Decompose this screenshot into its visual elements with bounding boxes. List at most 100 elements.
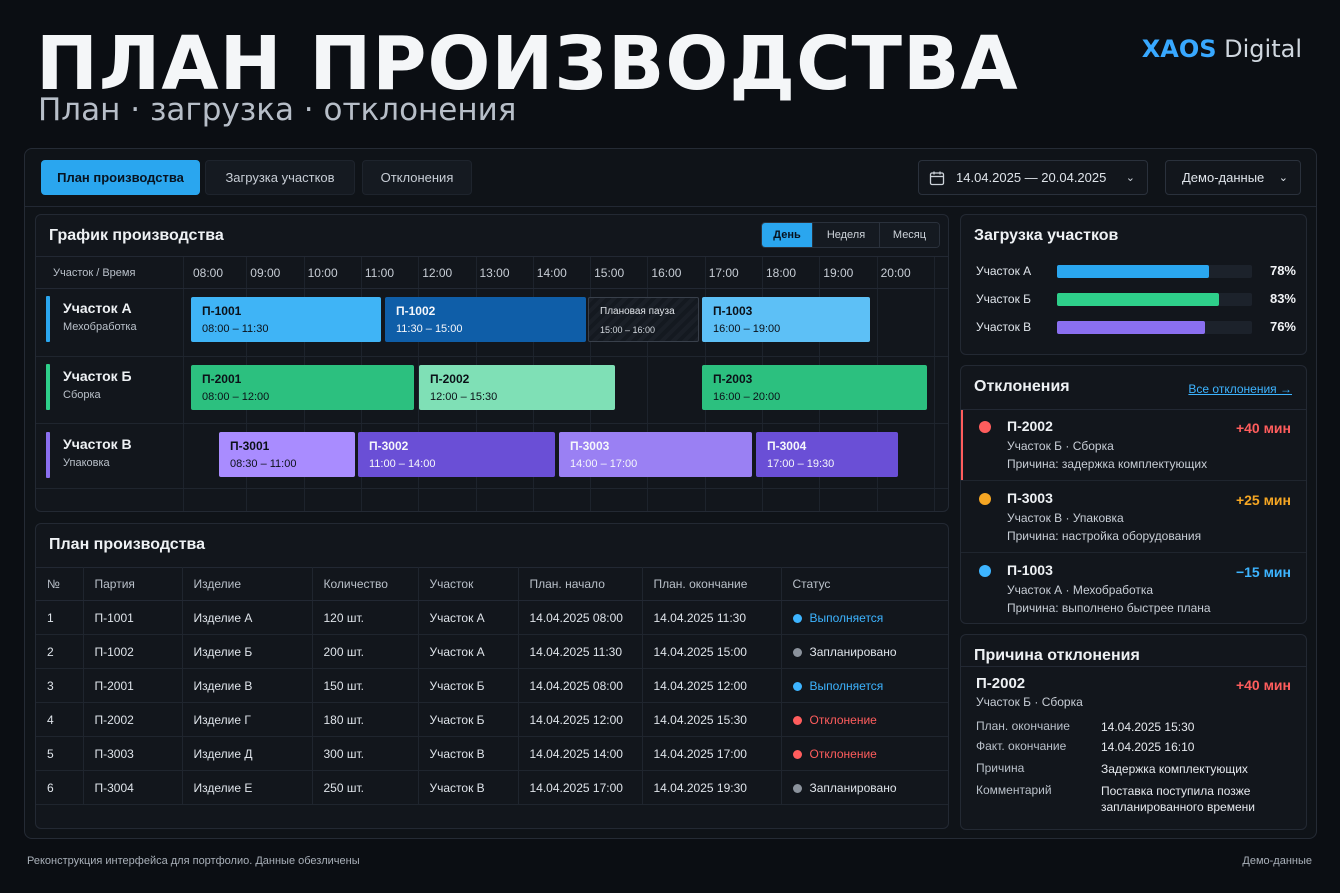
status-text: Запланировано bbox=[809, 644, 897, 659]
table-row[interactable]: 5 П-3003 Изделие Д 300 шт. Участок В 14.04.20… bbox=[36, 736, 948, 771]
gantt-row-area-b: Участок Б Сборка bbox=[46, 364, 176, 410]
grid-line bbox=[183, 256, 184, 511]
deviation-reason-card: Причина отклонения П-2002 +40 мин Участо… bbox=[960, 634, 1307, 830]
status-cell: Выполняется bbox=[781, 668, 948, 703]
load-track bbox=[1057, 321, 1252, 334]
tab-area-load[interactable]: Загрузка участков bbox=[205, 160, 355, 195]
task-time: 08:00 – 11:30 bbox=[202, 323, 269, 335]
task-block[interactable]: П-2003 16:00 – 20:00 bbox=[702, 365, 927, 410]
gantt-card: График производства День Неделя Месяц Уч… bbox=[35, 214, 949, 512]
deviations-title: Отклонения bbox=[974, 378, 1070, 395]
hour-label: 09:00 bbox=[250, 266, 281, 280]
deviation-item[interactable]: П-2002 +40 мин Участок Б · Сборка Причина: … bbox=[961, 410, 1306, 481]
divider bbox=[961, 552, 1306, 553]
data-mode-select[interactable]: Демо-данные ⌄ bbox=[1165, 160, 1301, 195]
tab-production-plan[interactable]: План производства bbox=[41, 160, 200, 195]
hour-label: 11:00 bbox=[364, 266, 395, 280]
status-cell: Отклонение bbox=[781, 702, 948, 737]
task-code: П-1002 bbox=[396, 304, 436, 318]
field-value: Поставка поступила позже запланированног… bbox=[1101, 784, 1255, 814]
status-text: Выполняется bbox=[809, 678, 884, 693]
plan-table-card: План производства № Партия Изделие Количест… bbox=[35, 523, 949, 829]
status-cell: Выполняется bbox=[781, 600, 948, 635]
row-sub: Упаковка bbox=[63, 457, 110, 469]
task-time: 17:00 – 19:30 bbox=[767, 458, 835, 470]
deviation-item[interactable]: П-1003 −15 мин Участок А · Мехобработка При… bbox=[961, 554, 1306, 623]
view-month-button[interactable]: Месяц bbox=[879, 223, 939, 247]
view-week-button[interactable]: Неделя bbox=[812, 223, 879, 247]
footer-note: Реконструкция интерфейса для портфолио. … bbox=[27, 855, 360, 867]
status-cell: Запланировано bbox=[781, 770, 948, 805]
selected-accent bbox=[961, 410, 963, 480]
all-deviations-link[interactable]: Все отклонения → bbox=[1188, 382, 1292, 396]
status-text: Выполняется bbox=[809, 610, 884, 625]
row-name: Участок В bbox=[63, 436, 132, 452]
task-block[interactable]: П-2002 12:00 – 15:30 bbox=[419, 365, 615, 410]
table-row[interactable]: 2 П-1002 Изделие Б 200 шт. Участок А 14.04.20… bbox=[36, 634, 948, 669]
table-cell: 2 bbox=[36, 634, 84, 669]
hour-label: 08:00 bbox=[193, 266, 224, 280]
task-time: 15:00 – 16:00 bbox=[600, 325, 656, 335]
hour-label: 18:00 bbox=[766, 266, 797, 280]
table-cell: 200 шт. bbox=[312, 634, 419, 669]
table-row[interactable]: 3 П-2001 Изделие В 150 шт. Участок Б 14.04.20… bbox=[36, 668, 948, 703]
task-block[interactable]: П-1003 16:00 – 19:00 bbox=[702, 297, 870, 342]
field-key: План. окончание bbox=[976, 719, 1070, 733]
divider bbox=[961, 666, 1306, 667]
table-row[interactable]: 4 П-2002 Изделие Г 180 шт. Участок Б 14.04.20… bbox=[36, 702, 948, 737]
task-block[interactable]: П-1001 08:00 – 11:30 bbox=[191, 297, 381, 342]
row-color-bar bbox=[46, 364, 50, 410]
status-dot-icon bbox=[792, 715, 802, 725]
task-code: П-1003 bbox=[713, 304, 753, 318]
deviation-item[interactable]: П-3003 +25 мин Участок В · Упаковка Причина… bbox=[961, 482, 1306, 553]
task-time: 08:00 – 12:00 bbox=[202, 391, 270, 403]
view-day-button[interactable]: День bbox=[762, 223, 812, 247]
deviation-area: Участок А · Мехобработка bbox=[1007, 583, 1154, 597]
table-header-row: № Партия Изделие Количество Участок План. нач… bbox=[36, 567, 948, 601]
task-block[interactable]: П-3002 11:00 – 14:00 bbox=[358, 432, 555, 477]
table-cell: 14.04.2025 17:00 bbox=[518, 770, 643, 805]
field-value: 14.04.2025 16:10 bbox=[1101, 740, 1195, 754]
task-block[interactable]: П-3004 17:00 – 19:30 bbox=[756, 432, 898, 477]
column-header: Изделие bbox=[182, 567, 313, 601]
task-code: П-2001 bbox=[202, 372, 242, 386]
task-time: 16:00 – 19:00 bbox=[713, 323, 781, 335]
table-row[interactable]: 6 П-3004 Изделие Е 250 шт. Участок В 14.04.20… bbox=[36, 770, 948, 805]
calendar-icon bbox=[929, 171, 945, 185]
task-block[interactable]: П-2001 08:00 – 12:00 bbox=[191, 365, 414, 410]
deviation-reason-title: Причина отклонения bbox=[974, 647, 1140, 664]
hour-label: 19:00 bbox=[823, 266, 854, 280]
task-block[interactable]: П-3001 08:30 – 11:00 bbox=[219, 432, 355, 477]
table-cell: Изделие Б bbox=[182, 634, 313, 669]
task-block[interactable]: П-3003 14:00 – 17:00 bbox=[559, 432, 752, 477]
reason-area: Участок Б · Сборка bbox=[976, 695, 1083, 709]
table-cell: 4 bbox=[36, 702, 84, 737]
date-range-picker[interactable]: 14.04.2025 — 20.04.2025 ⌄ bbox=[918, 160, 1148, 195]
load-row: Участок А 78% bbox=[976, 263, 1296, 279]
task-block[interactable]: П-1002 11:30 – 15:00 bbox=[385, 297, 586, 342]
load-track bbox=[1057, 293, 1252, 306]
view-switcher: День Неделя Месяц bbox=[761, 222, 940, 248]
tab-deviations[interactable]: Отклонения bbox=[362, 160, 472, 195]
deviation-code: П-2002 bbox=[1007, 418, 1053, 434]
gantt-row-area-c: Участок В Упаковка bbox=[46, 432, 176, 478]
gantt-title: График производства bbox=[49, 227, 224, 244]
load-percent: 83% bbox=[1269, 291, 1296, 306]
deviation-reason: Причина: настройка оборудования bbox=[1007, 529, 1202, 543]
table-cell: Участок Б bbox=[418, 668, 519, 703]
load-area-name: Участок Б bbox=[976, 292, 1032, 306]
gantt-row-area-a: Участок А Мехобработка bbox=[46, 296, 176, 342]
hour-label: 15:00 bbox=[594, 266, 625, 280]
field-key: Причина bbox=[976, 761, 1025, 775]
table-cell: П-3003 bbox=[83, 736, 183, 771]
brand-logo: XAOS Digital bbox=[1142, 34, 1302, 64]
column-header: План. окончание bbox=[642, 567, 782, 601]
row-name: Участок А bbox=[63, 300, 132, 316]
table-row[interactable]: 1 П-1001 Изделие А 120 шт. Участок А 14.04.20… bbox=[36, 600, 948, 635]
deviation-code: П-1003 bbox=[1007, 562, 1053, 578]
planned-pause-block[interactable]: Плановая пауза 15:00 – 16:00 bbox=[588, 297, 699, 342]
column-header: Количество bbox=[312, 567, 419, 601]
column-header: № bbox=[36, 567, 84, 601]
chevron-down-icon: ⌄ bbox=[1125, 172, 1135, 184]
status-cell: Запланировано bbox=[781, 634, 948, 669]
